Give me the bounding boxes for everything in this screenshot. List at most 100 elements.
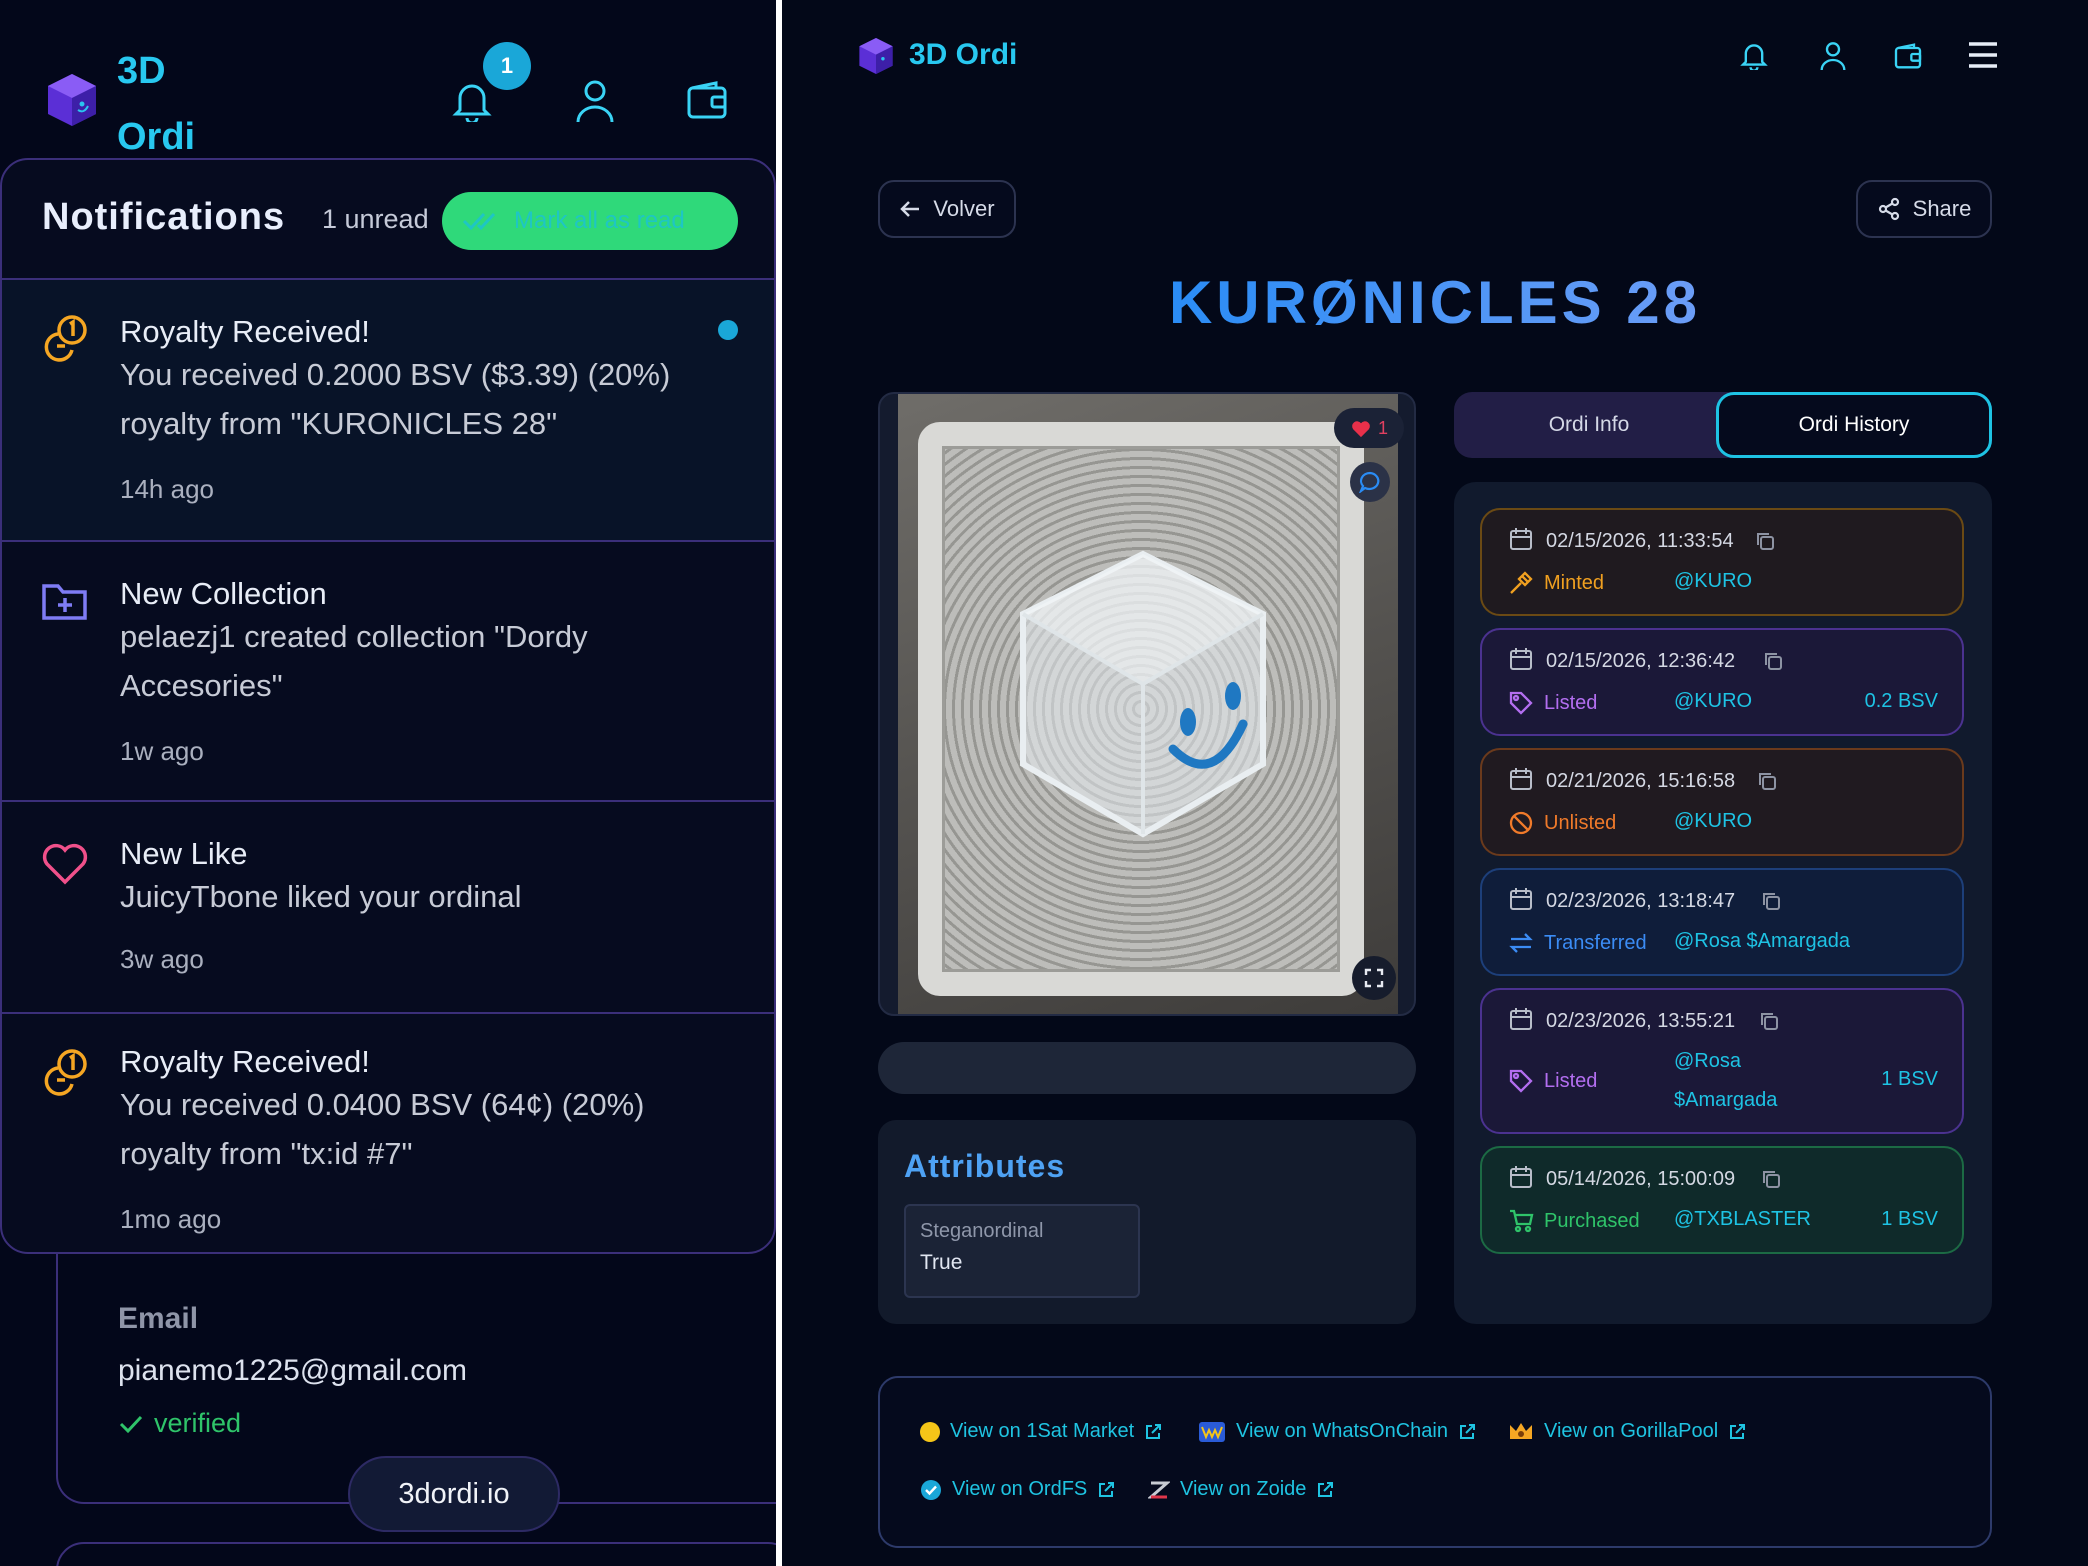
event-amount: 0.2 BSV — [1864, 690, 1938, 712]
gorillapool-icon — [1510, 1422, 1532, 1439]
comment-button[interactable] — [1350, 462, 1390, 502]
copy-icon[interactable] — [1760, 890, 1782, 912]
ordinal-detail-view: 3D Ordi Volver Share KURØNICLES 28 1 Att… — [782, 0, 2088, 1566]
cart-icon — [1510, 1209, 1534, 1233]
heart-filled-icon — [1352, 421, 1370, 438]
wallet-icon[interactable] — [1894, 42, 1922, 70]
ordinal-title-text: KURØNICLES 28 — [1168, 269, 1702, 336]
event-type-label: Listed — [1544, 1069, 1598, 1092]
calendar-icon — [1510, 768, 1532, 790]
calendar-icon — [1510, 648, 1532, 670]
copy-icon[interactable] — [1758, 1010, 1780, 1032]
event-date: 05/14/2026, 15:00:09 — [1546, 1168, 1736, 1190]
like-button[interactable]: 1 — [1334, 408, 1404, 448]
like-count: 1 — [1377, 417, 1388, 438]
transfer-arrows-icon — [1509, 933, 1533, 953]
link-label: View on GorillaPool — [1544, 1420, 1719, 1442]
event-user[interactable]: @KURO — [1674, 810, 1752, 833]
attribute-item: Steganordinal True — [904, 1204, 1140, 1298]
link-gorillapool[interactable]: View on GorillaPool — [1508, 1420, 1746, 1443]
calendar-icon — [1510, 888, 1532, 910]
copy-icon[interactable] — [1762, 650, 1784, 672]
tab-ordi-history[interactable]: Ordi History — [1716, 392, 1992, 458]
notification-title: Royalty Received! — [120, 1044, 370, 1079]
hamburger-menu-icon[interactable] — [1967, 40, 1999, 70]
notifications-title: Notifications — [42, 196, 286, 238]
mark-all-read-button[interactable]: Mark all as read — [442, 192, 738, 250]
expand-button[interactable] — [1352, 956, 1396, 1000]
notification-title: New Collection — [120, 576, 327, 611]
link-1sat-market[interactable]: View on 1Sat Market — [920, 1420, 1162, 1443]
whatsonchain-icon — [1199, 1421, 1225, 1442]
link-zoide[interactable]: View on Zoide — [1148, 1478, 1334, 1501]
notification-item[interactable]: New Like JuicyTbone liked your ordinal 3… — [2, 802, 774, 1014]
link-ordfs[interactable]: View on OrdFS — [920, 1478, 1115, 1501]
attribute-value: True — [920, 1251, 963, 1274]
back-label: Volver — [933, 196, 995, 221]
unread-dot — [718, 320, 738, 340]
share-button[interactable]: Share — [1856, 180, 1992, 238]
logo-cube-icon[interactable] — [858, 36, 894, 76]
email-label: Email — [118, 1302, 199, 1335]
event-user[interactable]: @TXBLASTER — [1674, 1208, 1811, 1231]
copy-icon[interactable] — [1754, 530, 1776, 552]
link-label: View on OrdFS — [952, 1478, 1088, 1500]
event-user[interactable]: @Rosa $Amargada — [1674, 930, 1850, 953]
event-user-line2[interactable]: $Amargada — [1674, 1089, 1777, 1112]
back-button[interactable]: Volver — [878, 180, 1016, 238]
notification-body: pelaezj1 created collection "Dordy Acces… — [120, 619, 588, 703]
link-whatsonchain[interactable]: View on WhatsOnChain — [1198, 1420, 1476, 1443]
notification-item[interactable]: New Collection pelaezj1 created collecti… — [2, 542, 774, 802]
notification-time: 14h ago — [120, 474, 214, 504]
logo-cube-icon[interactable] — [46, 72, 98, 128]
folder-plus-icon — [42, 584, 87, 620]
ordinal-image-card: 1 — [878, 392, 1416, 1016]
tab-ordi-info[interactable]: Ordi Info — [1454, 392, 1724, 458]
external-link-icon — [1459, 1423, 1475, 1439]
notification-time: 1mo ago — [120, 1204, 222, 1234]
event-user[interactable]: @KURO — [1674, 690, 1752, 713]
notification-item[interactable]: Royalty Received! You received 0.0400 BS… — [2, 1014, 774, 1252]
notification-time: 1w ago — [120, 736, 204, 766]
arrow-left-icon — [900, 201, 920, 217]
event-type: Listed — [1508, 690, 1597, 716]
notifications-panel: Notifications 1 unread Mark all as read … — [0, 158, 776, 1254]
brand-name[interactable]: 3D Ordi — [117, 38, 217, 170]
event-type-label: Unlisted — [1544, 811, 1617, 834]
bell-icon[interactable] — [1740, 40, 1768, 70]
bell-icon[interactable] — [452, 78, 492, 122]
brand-name[interactable]: 3D Ordi — [909, 38, 1017, 72]
copy-icon[interactable] — [1760, 1168, 1782, 1190]
attributes-title: Attributes — [904, 1148, 1066, 1184]
share-label: Share — [1912, 196, 1972, 221]
event-type: Listed — [1508, 1068, 1597, 1094]
email-verified-status: verified — [118, 1408, 241, 1439]
wallet-icon[interactable] — [686, 80, 728, 120]
event-user[interactable]: @Rosa — [1674, 1050, 1741, 1073]
expand-icon — [1364, 968, 1384, 988]
user-icon[interactable] — [1819, 40, 1847, 72]
history-event: 02/23/2026, 13:55:21 Listed @Rosa $Amarg… — [1480, 988, 1964, 1134]
notification-body: You received 0.2000 BSV ($3.39) (20%) ro… — [120, 357, 671, 441]
notification-item[interactable]: Royalty Received! You received 0.2000 BS… — [2, 280, 774, 542]
site-url-pill[interactable]: 3dordi.io — [348, 1456, 560, 1532]
mark-all-read-label: Mark all as read — [514, 207, 685, 234]
event-type-label: Purchased — [1544, 1209, 1640, 1232]
external-link-icon — [1146, 1423, 1162, 1439]
image-caption-bar — [878, 1042, 1416, 1094]
ordinal-image[interactable] — [898, 394, 1398, 1014]
notifications-header: Notifications 1 unread Mark all as read — [2, 160, 774, 280]
tag-icon — [1509, 691, 1533, 715]
mobile-notifications-view: 3D Ordi 1 Notifications 1 unread Mark al… — [0, 0, 776, 1566]
event-type: Minted — [1508, 570, 1604, 596]
event-user[interactable]: @KURO — [1674, 570, 1752, 593]
share-icon — [1878, 197, 1899, 221]
user-icon[interactable] — [574, 78, 616, 124]
mobile-header: 3D Ordi 1 — [0, 0, 776, 160]
event-type: Transferred — [1508, 930, 1647, 956]
notification-title: New Like — [120, 836, 248, 871]
copy-icon[interactable] — [1756, 770, 1778, 792]
double-check-icon — [462, 212, 496, 231]
event-amount: 1 BSV — [1881, 1208, 1938, 1230]
calendar-icon — [1510, 1008, 1532, 1030]
